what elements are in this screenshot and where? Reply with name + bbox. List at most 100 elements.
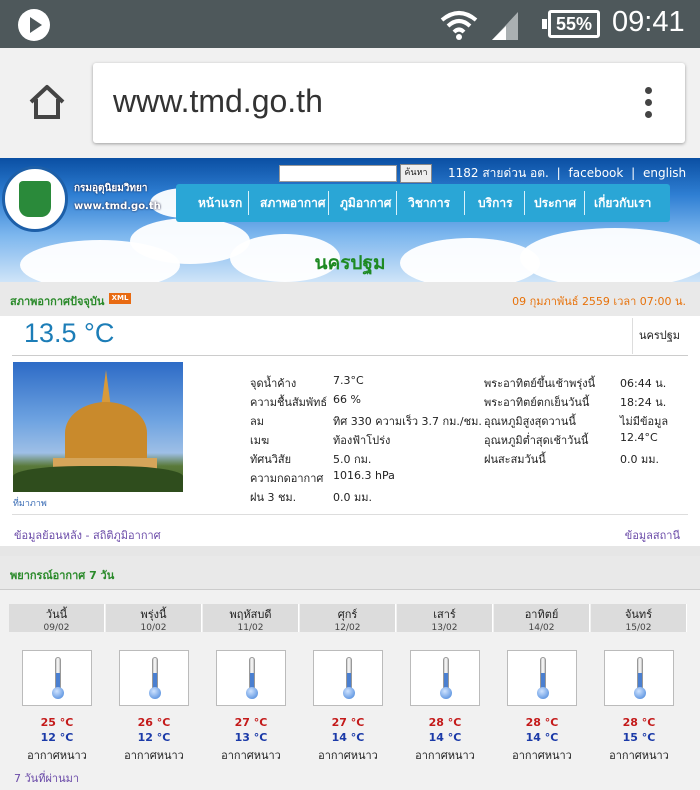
min-temp: 12 °C (137, 731, 171, 744)
day-name: จันทร์ (624, 608, 653, 621)
obs-value: 0.0 มม. (620, 453, 659, 466)
nav-about[interactable]: เกี่ยวกับเรา (594, 194, 651, 213)
history-link[interactable]: ข้อมูลย้อนหลัง - สถิติภูมิอากาศ (14, 526, 161, 544)
current-weather-title: สภาพอากาศปัจจุบัน (10, 295, 105, 308)
forecast-day: เสาร์ 13/02 28 °C 14 °C อากาศหนาว (397, 604, 493, 762)
day-date: 10/02 (140, 623, 167, 633)
facebook-link[interactable]: facebook (569, 166, 624, 180)
obs-value: 06:44 น. (620, 377, 667, 390)
current-weather-header: สภาพอากาศปัจจุบัน XML 09 กุมภาพันธ์ 2559… (0, 282, 700, 316)
max-temp: 28 °C (525, 716, 559, 729)
nav-academic[interactable]: วิชาการ (408, 194, 450, 213)
nav-services[interactable]: บริการ (478, 194, 513, 213)
tmd-logo[interactable] (2, 166, 68, 232)
english-link[interactable]: english (643, 166, 686, 180)
obs-label: ความชื้นสัมพัทธ์ (250, 396, 328, 409)
forecast-day: วันนี้ 09/02 25 °C 12 °C อากาศหนาว (9, 604, 105, 762)
nav-climate[interactable]: ภูมิอากาศ (340, 194, 391, 213)
obs-label: ความกดอากาศ (250, 472, 324, 485)
obs-label: ฝนสะสมวันนี้ (484, 453, 546, 466)
min-temp: 14 °C (525, 731, 559, 744)
obs-value: 7.3°C (333, 374, 364, 387)
overflow-menu-icon[interactable] (645, 87, 653, 121)
forecast-day: อาทิตย์ 14/02 28 °C 14 °C อากาศหนาว (494, 604, 590, 762)
obs-label: พระอาทิตย์ตกเย็นวันนี้ (484, 396, 590, 409)
address-bar[interactable]: www.tmd.go.th (93, 63, 685, 143)
xml-feed-icon[interactable]: XML (109, 293, 131, 304)
max-temp: 27 °C (234, 716, 268, 729)
station-info-link[interactable]: ข้อมูลสถานี (625, 526, 680, 544)
site-search-input[interactable] (279, 165, 397, 182)
obs-value: 5.0 กม. (333, 453, 372, 466)
hotline-link[interactable]: 1182 สายด่วน อต. (448, 166, 549, 180)
day-name: เสาร์ (433, 608, 456, 621)
forecast-day: พฤหัสบดี 11/02 27 °C 13 °C อากาศหนาว (203, 604, 299, 762)
min-temp: 12 °C (40, 731, 74, 744)
min-temp: 15 °C (622, 731, 656, 744)
logo-text[interactable]: กรมอุตุนิยมวิทยา www.tmd.go.th (74, 180, 161, 216)
obs-label: เมฆ (250, 434, 270, 447)
tmd-website: กรมอุตุนิยมวิทยา www.tmd.go.th ค้นหา 118… (0, 158, 700, 790)
forecast-day: จันทร์ 15/02 28 °C 15 °C อากาศหนาว (591, 604, 687, 762)
past-7-days-link[interactable]: 7 วันที่ผ่านมา (14, 769, 79, 787)
station-name: นครปฐม (632, 318, 686, 354)
obs-label: อุณหภูมิต่ำสุดเช้าวันนี้ (484, 434, 589, 447)
max-temp: 28 °C (428, 716, 462, 729)
nav-weather[interactable]: สภาพอากาศ (260, 194, 325, 213)
nav-announcements[interactable]: ประกาศ (534, 194, 576, 213)
thermometer-icon (246, 657, 258, 701)
day-date: 11/02 (237, 623, 264, 633)
thermometer-icon (343, 657, 355, 701)
forecast-title: พยากรณ์อากาศ 7 วัน (10, 569, 115, 582)
current-temperature: 13.5 °C (24, 318, 115, 348)
min-temp: 14 °C (428, 731, 462, 744)
thermometer-icon (149, 657, 161, 701)
forecast-day: ศุกร์ 12/02 27 °C 14 °C อากาศหนาว (300, 604, 396, 762)
max-temp: 26 °C (137, 716, 171, 729)
day-name: ศุกร์ (337, 608, 358, 621)
weather-desc: อากาศหนาว (415, 749, 475, 762)
site-header: กรมอุตุนิยมวิทยา www.tmd.go.th ค้นหา 118… (0, 158, 700, 282)
min-temp: 13 °C (234, 731, 268, 744)
forecast-panel: พยากรณ์อากาศ 7 วัน วันนี้ 09/02 25 °C 12 … (0, 556, 700, 790)
thermometer-icon (52, 657, 64, 701)
max-temp: 27 °C (331, 716, 365, 729)
day-date: 14/02 (528, 623, 555, 633)
obs-value: 18:24 น. (620, 396, 667, 409)
site-search-button[interactable]: ค้นหา (400, 164, 432, 183)
home-icon[interactable] (28, 84, 66, 120)
day-date: 09/02 (43, 623, 70, 633)
current-weather-panel: สภาพอากาศปัจจุบัน XML 09 กุมภาพันธ์ 2559… (0, 282, 700, 522)
day-date: 13/02 (431, 623, 458, 633)
obs-value: 0.0 มม. (333, 491, 372, 504)
day-name: พรุ่งนี้ (140, 608, 167, 621)
nav-home[interactable]: หน้าแรก (198, 194, 242, 213)
obs-value: ท้องฟ้าโปร่ง (333, 434, 391, 447)
main-nav: หน้าแรก สภาพอากาศ ภูมิอากาศ วิชาการ บริก… (176, 184, 670, 222)
obs-value: ทิศ 330 ความเร็ว 3.7 กม./ชม. (333, 415, 482, 428)
max-temp: 28 °C (622, 716, 656, 729)
photo-source-link[interactable]: ที่มาภาพ (13, 496, 47, 510)
day-date: 12/02 (334, 623, 361, 633)
forecast-grid: วันนี้ 09/02 25 °C 12 °C อากาศหนาว พรุ่งน… (9, 604, 691, 762)
obs-label: ทัศนวิสัย (250, 453, 292, 466)
day-name: วันนี้ (45, 608, 68, 621)
obs-value: 12.4°C (620, 431, 658, 444)
clock: 09:41 (612, 6, 685, 38)
top-links: 1182 สายด่วน อต. | facebook | english (448, 166, 687, 180)
obs-label: ลม (250, 415, 264, 428)
day-name: อาทิตย์ (524, 608, 559, 621)
weather-desc: อากาศหนาว (318, 749, 378, 762)
forecast-header: พยากรณ์อากาศ 7 วัน (0, 556, 700, 590)
day-name: พฤหัสบดี (229, 608, 272, 621)
min-temp: 14 °C (331, 731, 365, 744)
page-title: นครปฐม (314, 252, 386, 274)
url-text[interactable]: www.tmd.go.th (113, 83, 323, 120)
obs-label: อุณหภูมิสูงสุดวานนี้ (484, 415, 576, 428)
observation-datetime: 09 กุมภาพันธ์ 2559 เวลา 07:00 น. (512, 295, 686, 308)
max-temp: 25 °C (40, 716, 74, 729)
thermometer-icon (537, 657, 549, 701)
thermometer-icon (634, 657, 646, 701)
thermometer-icon (440, 657, 452, 701)
obs-label: จุดน้ำค้าง (250, 377, 297, 390)
